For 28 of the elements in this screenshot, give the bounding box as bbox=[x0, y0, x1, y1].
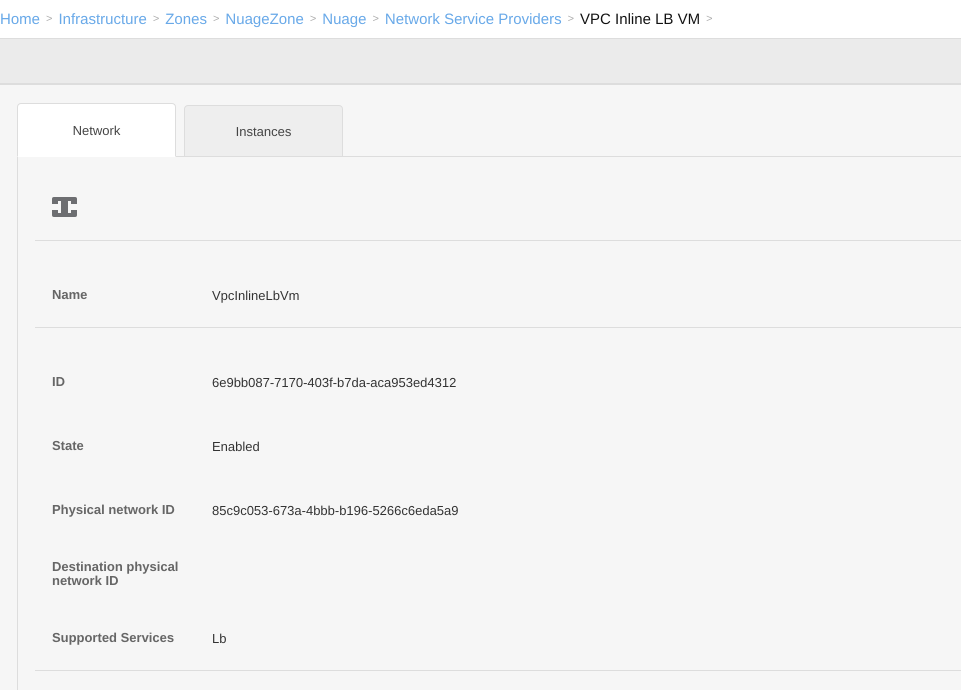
field-label: State bbox=[52, 439, 85, 453]
field-value: Lb bbox=[212, 630, 226, 646]
tab[interactable]: Network bbox=[17, 103, 176, 157]
breadcrumb-separator: > bbox=[568, 13, 574, 25]
field-value: 6e9bb087-7170-403f-b7da-aca953ed4312 bbox=[212, 374, 456, 390]
breadcrumb-separator: > bbox=[46, 13, 52, 25]
field-label: ID bbox=[52, 375, 66, 389]
tab[interactable]: Instances bbox=[184, 105, 343, 157]
field-value: 85c9c053-673a-4bbb-b196-5266c6eda5a9 bbox=[212, 502, 458, 518]
breadcrumb-link[interactable]: Network Service Providers bbox=[384, 10, 562, 28]
breadcrumb-separator: > bbox=[152, 13, 160, 25]
breadcrumb-link[interactable]: Zones bbox=[165, 10, 207, 28]
field-label: Name bbox=[52, 288, 88, 302]
field-value: VpcInlineLbVm bbox=[212, 288, 300, 302]
breadcrumb-link[interactable]: Home bbox=[0, 10, 40, 28]
field-label: Supported Services bbox=[52, 631, 176, 645]
breadcrumb-separator: > bbox=[212, 13, 220, 25]
breadcrumb-link[interactable]: NuageZone bbox=[225, 10, 304, 28]
breadcrumb-separator: > bbox=[310, 13, 316, 25]
field-label: Destination physical network ID bbox=[52, 560, 180, 588]
breadcrumb-link[interactable]: Nuage bbox=[322, 10, 366, 28]
field-label: Physical network ID bbox=[52, 503, 176, 517]
network-device-icon[interactable] bbox=[52, 197, 77, 217]
breadcrumb-separator: > bbox=[706, 13, 713, 25]
field-value: Enabled bbox=[212, 438, 260, 454]
breadcrumb-separator: > bbox=[372, 13, 379, 25]
breadcrumb-link[interactable]: Infrastructure bbox=[58, 10, 147, 28]
breadcrumb-link[interactable]: VPC Inline LB VM bbox=[580, 10, 700, 28]
